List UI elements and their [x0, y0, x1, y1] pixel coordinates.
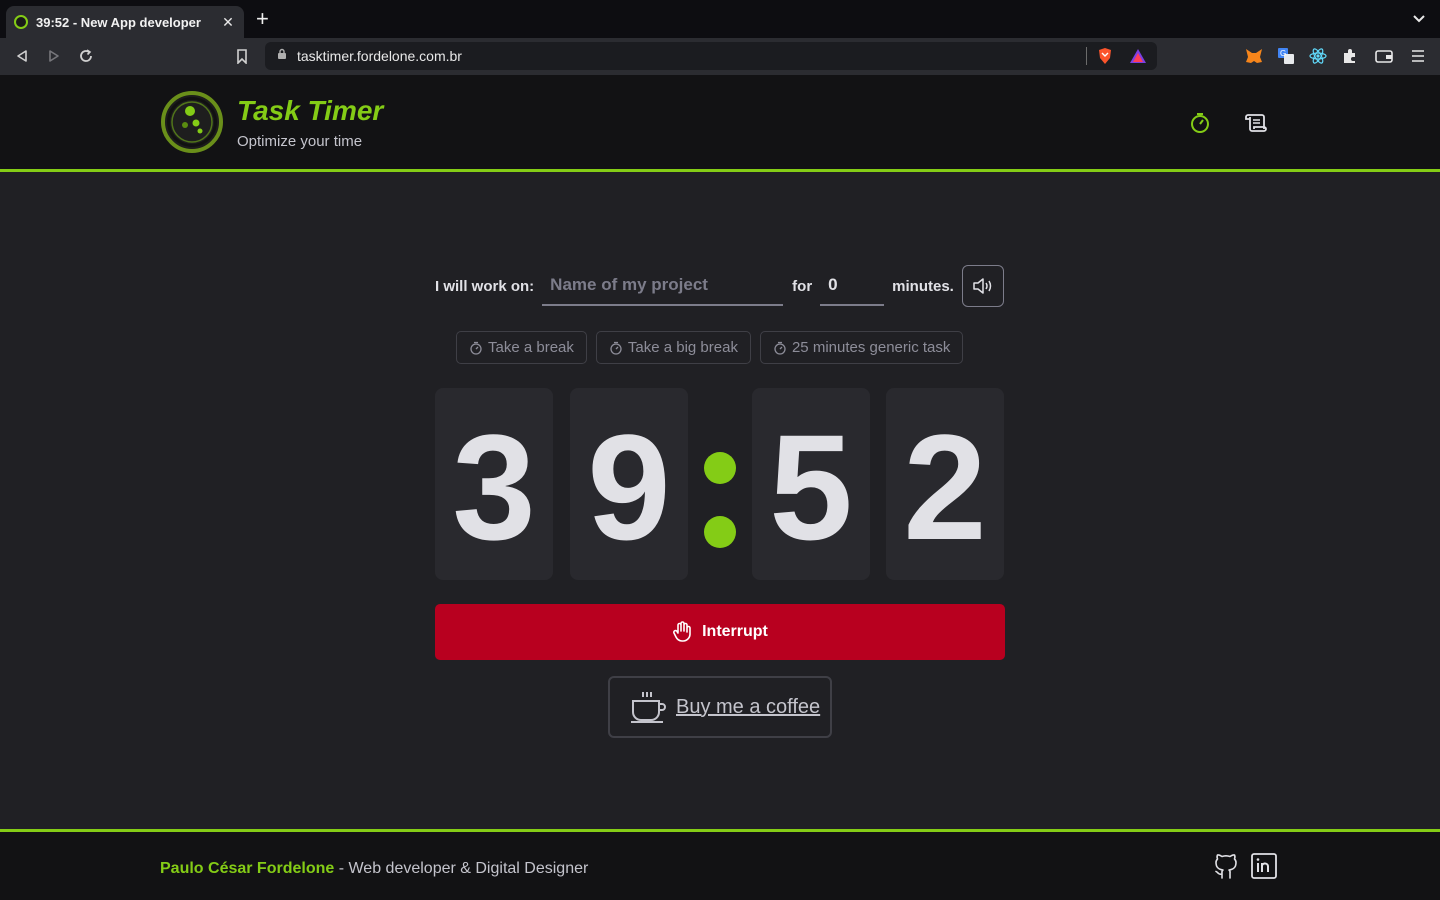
- browser-tab[interactable]: 39:52 - New App developer ✕: [6, 6, 244, 38]
- tab-favicon-icon: [14, 15, 28, 29]
- timer-icon: [774, 341, 786, 355]
- extensions-puzzle-icon[interactable]: [1341, 47, 1359, 65]
- footer-credit: Paulo César Fordelone - Web developer & …: [160, 860, 588, 878]
- separator-dot: [704, 516, 736, 548]
- brave-shield-icon[interactable]: [1097, 47, 1113, 65]
- countdown-display: 3 9 5 2: [435, 388, 1005, 580]
- hand-stop-icon: [673, 621, 691, 642]
- buy-me-a-coffee-link[interactable]: Buy me a coffee: [608, 676, 832, 738]
- seconds-tens-digit: 5: [752, 388, 870, 580]
- app-title: Task Timer: [237, 95, 384, 126]
- preset-label: Take a break: [488, 339, 574, 356]
- task-timer-logo[interactable]: [161, 91, 223, 153]
- minutes-input[interactable]: [820, 266, 885, 306]
- linkedin-icon[interactable]: [1250, 852, 1278, 880]
- metamask-extension-icon[interactable]: [1245, 47, 1263, 65]
- preset-label: 25 minutes generic task: [791, 339, 951, 356]
- interrupt-button[interactable]: Interrupt: [435, 604, 1005, 660]
- back-icon[interactable]: [12, 46, 32, 66]
- app-subtitle: Optimize your time: [237, 133, 363, 150]
- for-label: for: [792, 277, 813, 295]
- translate-extension-icon[interactable]: G: [1277, 47, 1295, 65]
- new-tab-button[interactable]: +: [256, 8, 269, 30]
- author-tagline: - Web developer & Digital Designer: [334, 860, 589, 877]
- timer-icon: [610, 341, 622, 355]
- address-bar[interactable]: tasktimer.fordelone.com.br: [265, 42, 1157, 70]
- tab-title: 39:52 - New App developer: [36, 14, 201, 30]
- brave-rewards-icon[interactable]: [1129, 48, 1147, 64]
- wallet-icon[interactable]: [1375, 47, 1393, 65]
- seconds-ones-digit: 2: [886, 388, 1004, 580]
- close-tab-icon[interactable]: ✕: [220, 14, 236, 31]
- coffee-label: Buy me a coffee: [676, 695, 821, 718]
- preset-take-a-break-button[interactable]: Take a break: [456, 331, 587, 364]
- url-text: tasktimer.fordelone.com.br: [297, 48, 462, 64]
- work-label: I will work on:: [435, 277, 535, 295]
- preset-buttons: Take a break Take a big break 25 minutes…: [456, 331, 964, 364]
- timer-icon: [470, 341, 482, 355]
- minutes-ones-digit: 9: [570, 388, 688, 580]
- browser-toolbar: tasktimer.fordelone.com.br G: [0, 38, 1440, 75]
- minutes-label: minutes.: [892, 277, 954, 295]
- interrupt-label: Interrupt: [702, 623, 768, 640]
- speaker-icon: [973, 278, 992, 294]
- app-footer: Paulo César Fordelone - Web developer & …: [0, 829, 1440, 900]
- preset-25-minutes-button[interactable]: 25 minutes generic task: [759, 331, 964, 364]
- bookmark-icon[interactable]: [232, 46, 252, 66]
- react-devtools-icon[interactable]: [1309, 47, 1327, 65]
- app-header: Task Timer Optimize your time: [0, 75, 1440, 172]
- lock-icon: [277, 47, 287, 65]
- preset-label: Take a big break: [627, 339, 738, 356]
- task-name-input[interactable]: [542, 266, 784, 306]
- separator-dot: [704, 452, 736, 484]
- forward-icon[interactable]: [44, 46, 64, 66]
- svg-text:G: G: [1280, 49, 1286, 58]
- task-form: I will work on: for minutes.: [435, 265, 1005, 307]
- author-name[interactable]: Paulo César Fordelone: [160, 860, 334, 877]
- countdown-separator: [688, 388, 752, 580]
- browser-tab-bar: 39:52 - New App developer ✕ +: [0, 0, 1440, 38]
- coffee-cup-icon: [631, 692, 666, 723]
- preset-take-a-big-break-button[interactable]: Take a big break: [595, 331, 751, 364]
- url-divider: [1086, 47, 1087, 65]
- reload-icon[interactable]: [76, 46, 96, 66]
- minutes-tens-digit: 3: [435, 388, 553, 580]
- github-icon[interactable]: [1212, 852, 1240, 880]
- menu-icon[interactable]: [1409, 47, 1427, 65]
- sound-toggle-button[interactable]: [961, 265, 1004, 307]
- tab-list-chevron-icon[interactable]: [1412, 11, 1426, 30]
- timer-nav-icon[interactable]: [1188, 111, 1212, 135]
- history-scroll-icon[interactable]: [1243, 111, 1267, 135]
